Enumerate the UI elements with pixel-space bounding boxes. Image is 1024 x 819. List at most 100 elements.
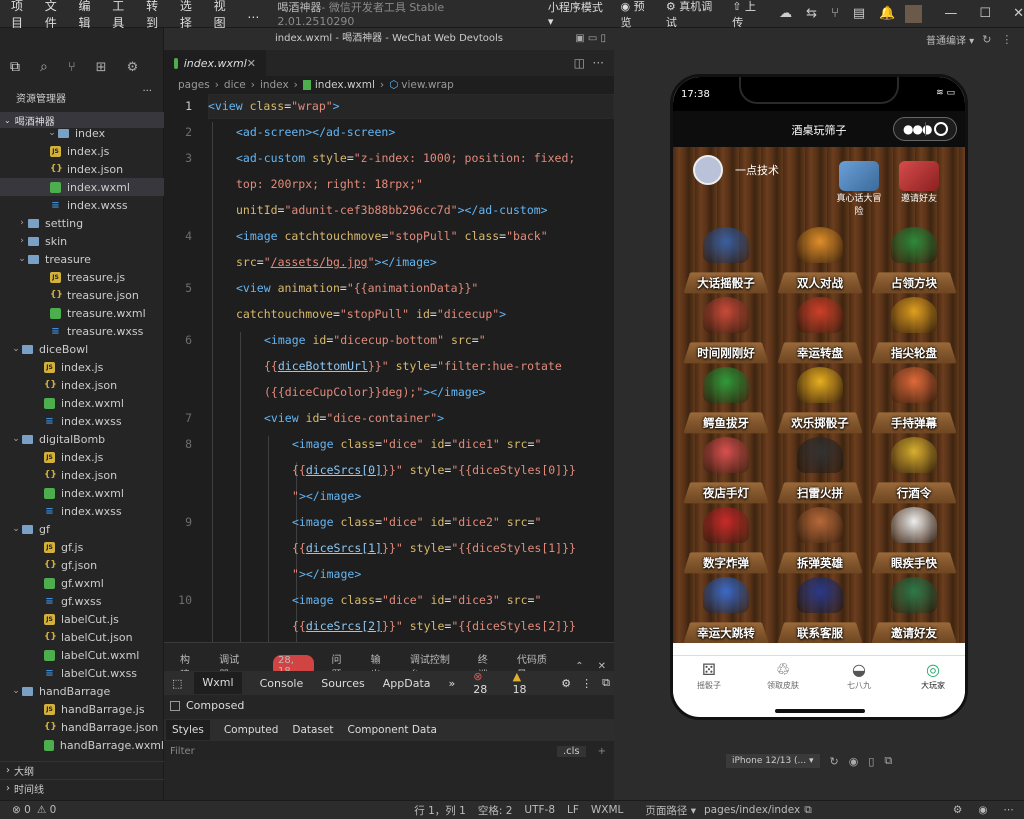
tree-item[interactable]: {} index.json [0,160,164,178]
close-circle-icon[interactable] [934,122,948,136]
encoding[interactable]: UTF-8 [524,804,555,816]
menu-tools[interactable]: 工具 [112,0,135,31]
tree-item[interactable]: gf.wxml [0,574,164,592]
kebab-icon[interactable]: ⋯ [1004,804,1015,816]
source-control-icon[interactable]: ⑂ [68,60,76,75]
device-select[interactable]: iPhone 12/13 (... ▾ [726,754,820,768]
menu-edit[interactable]: 编辑 [79,0,102,31]
game-tile[interactable]: 占领方块 [871,227,957,294]
menu-more[interactable]: … [247,7,259,21]
game-tile[interactable]: 时间刚刚好 [683,297,769,364]
extensions-icon[interactable]: ⊞ [96,60,107,75]
tab-component-data[interactable]: Component Data [348,724,437,736]
tree-item[interactable]: index.wxml [0,178,164,196]
tree-item[interactable]: {} index.json [0,376,164,394]
tab-index-wxml[interactable]: index.wxml ✕ [164,50,266,76]
tab-computed[interactable]: Computed [224,724,279,736]
kebab-icon[interactable]: ⋮ [581,677,592,690]
minimize-icon[interactable]: — [944,6,957,21]
crumb-dice[interactable]: dice [224,79,246,91]
branch-icon[interactable]: ⑂ [831,6,839,21]
refresh-icon[interactable]: ↻ [982,33,991,46]
capsule-menu[interactable]: ●●● [893,117,957,141]
tree-item[interactable]: index.wxml [0,394,164,412]
tab-player[interactable]: ◎ 大玩家 [903,660,963,691]
game-tile[interactable]: 行酒令 [871,437,957,504]
line-ending[interactable]: LF [567,804,579,816]
tab-dataset[interactable]: Dataset [292,724,333,736]
tab-wxml[interactable]: Wxml [194,672,242,694]
tree-item[interactable]: › skin [0,232,164,250]
maximize-icon[interactable]: ☐ [979,6,991,21]
phone-icon[interactable]: ▯ [868,755,874,768]
code-editor[interactable]: 1 <view class="wrap"> 2 <ad-screen></ad-… [164,94,614,642]
tab-skin[interactable]: ♲ 领取皮肤 [753,660,813,691]
page-path-label[interactable]: 页面路径 ▾ [645,803,696,818]
upload-button[interactable]: ⇧ 上传 [732,0,765,30]
warning-status[interactable]: ⚠ 0 [37,804,56,816]
tab-appdata[interactable]: AppData [383,677,431,690]
tab-789[interactable]: ◒ 七八九 [829,660,889,691]
tree-item[interactable]: ≡ index.wxss [0,502,164,520]
game-tile[interactable]: 欢乐掷骰子 [777,367,863,434]
invite-top-button[interactable]: 邀请好友 [893,161,945,205]
game-tile[interactable]: 大话摇骰子 [683,227,769,294]
cloud-icon[interactable]: ☁ [779,6,792,21]
bell-icon[interactable]: 🔔 [879,6,895,21]
layout-icons[interactable]: ▣ ▭ ▯ [575,28,606,50]
game-tile[interactable]: 幸运转盘 [777,297,863,364]
tree-item[interactable]: ⌄ treasure [0,250,164,268]
real-debug-button[interactable]: ⚙ 真机调试 [666,0,720,30]
composed-checkbox[interactable]: Composed [170,699,244,712]
outline-section[interactable]: › 大纲 [0,761,164,778]
menu-file[interactable]: 文件 [45,0,68,31]
settings-icon[interactable]: ⚙ [561,677,571,690]
add-icon[interactable]: + [598,746,606,757]
game-tile[interactable]: 数字炸弹 [683,507,769,574]
tab-sources[interactable]: Sources [321,677,365,690]
copy-icon[interactable]: ⧉ [804,804,812,817]
tree-item[interactable]: {} treasure.json [0,286,164,304]
tree-item[interactable]: {} gf.json [0,556,164,574]
layout-icon[interactable]: ▤ [853,6,865,21]
cls-toggle[interactable]: .cls [556,745,586,757]
crumb-pages[interactable]: pages [178,79,210,91]
game-tile[interactable]: 扫雷火拼 [777,437,863,504]
settings-icon[interactable]: ⚙ [127,60,139,75]
game-tile[interactable]: 夜店手灯 [683,437,769,504]
tree-item[interactable]: JS labelCut.js [0,610,164,628]
page-path[interactable]: pages/index/index [704,804,800,816]
crumb-file[interactable]: index.wxml [315,79,375,91]
more-dots-icon[interactable]: ●●● [903,122,932,136]
tab-console[interactable]: Console [260,677,304,690]
tree-item[interactable]: {} index.json [0,466,164,484]
tab-styles[interactable]: Styles [166,720,210,740]
menu-goto[interactable]: 转到 [146,0,169,31]
tree-item[interactable]: JS index.js [0,142,164,160]
tree-item[interactable]: JS index.js [0,358,164,376]
indent-setting[interactable]: 空格: 2 [478,803,513,818]
avatar[interactable] [905,4,923,23]
tree-item[interactable]: {} labelCut.json [0,628,164,646]
tree-item[interactable]: ⌄ digitalBomb [0,430,164,448]
bug-icon[interactable]: ⚙ [953,804,962,816]
game-tile[interactable]: 邀请好友 [871,577,957,643]
game-tile[interactable]: 手持弹幕 [871,367,957,434]
tree-item[interactable]: labelCut.wxml [0,646,164,664]
more-tabs-icon[interactable]: » [449,677,456,690]
tab-dice[interactable]: ⚄ 摇骰子 [679,660,739,691]
language-mode[interactable]: WXML [591,804,623,816]
mode-select[interactable]: 小程序模式 ▾ [548,0,609,28]
window-icon[interactable]: ⧉ [884,754,892,768]
crumb-index[interactable]: index [260,79,289,91]
timeline-section[interactable]: › 时间线 [0,779,164,796]
filter-input[interactable]: Filter [170,746,195,757]
close-icon[interactable]: ✕ [1013,6,1024,21]
tree-item[interactable]: JS handBarrage.js [0,700,164,718]
tree-item[interactable]: ⌄ diceBowl [0,340,164,358]
game-tile[interactable]: 幸运大跳转 [683,577,769,643]
close-panel-icon[interactable]: ✕ [598,661,606,672]
cursor-position[interactable]: 行 1，列 1 [414,803,466,818]
menu-project[interactable]: 项目 [11,0,34,31]
warning-count[interactable]: ▲ 18 [513,670,548,696]
